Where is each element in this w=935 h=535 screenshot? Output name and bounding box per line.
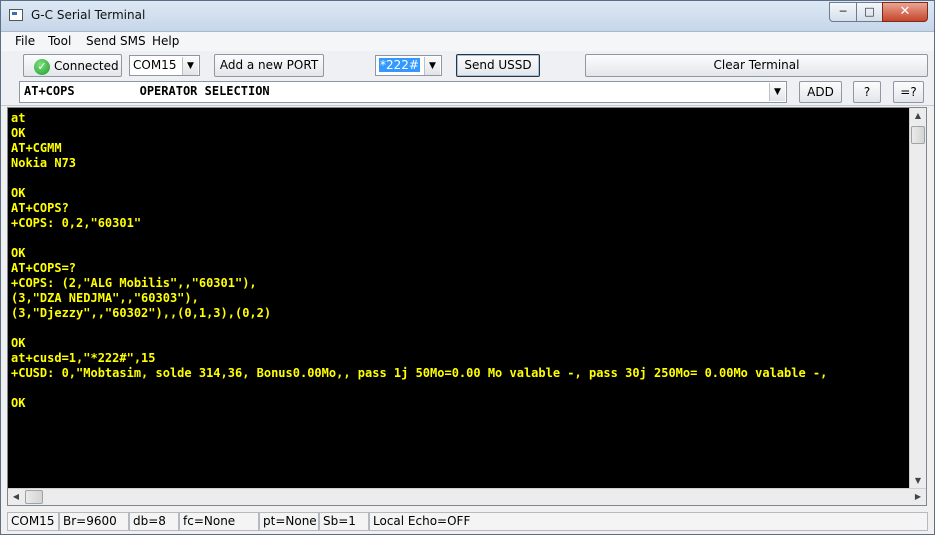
add-button[interactable]: ADD xyxy=(799,81,842,103)
command-value: AT+COPS OPERATOR SELECTION xyxy=(24,84,270,98)
status-stopbits: Sb=1 xyxy=(319,512,369,531)
close-button[interactable]: ✕ xyxy=(882,2,928,22)
query-button[interactable]: =? xyxy=(893,81,924,103)
title-bar[interactable]: G-C Serial Terminal ─ □ ✕ xyxy=(1,1,934,32)
terminal-line: +CUSD: 0,"Mobtasim, solde 314,36, Bonus0… xyxy=(11,366,828,380)
terminal-line: AT+CGMM xyxy=(11,141,62,155)
add-port-button[interactable]: Add a new PORT # xyxy=(214,54,324,93)
chevron-down-icon[interactable]: ▼ xyxy=(769,83,785,101)
help-button[interactable]: ? xyxy=(853,81,881,103)
status-baud: Br=9600 xyxy=(59,512,129,531)
terminal-line: AT+COPS? xyxy=(11,201,69,215)
status-parity: pt=None xyxy=(259,512,319,531)
port-value: COM15 xyxy=(133,58,177,72)
terminal-line: OK xyxy=(11,396,26,410)
terminal-line: +COPS: 0,2,"60301" xyxy=(11,216,142,230)
terminal-line: OK xyxy=(11,186,26,200)
scroll-down-icon[interactable]: ▼ xyxy=(910,473,926,489)
terminal-line: at+cusd=1,"*222#",15 xyxy=(11,351,156,365)
terminal-line: OK xyxy=(11,126,26,140)
status-databits: db=8 xyxy=(129,512,179,531)
toolbar: ✓ Connected COM15 ▼ Add a new PORT # *22… xyxy=(1,51,934,106)
terminal-line: OK xyxy=(11,246,26,260)
status-port: COM15 xyxy=(7,512,59,531)
app-icon xyxy=(9,9,23,21)
check-icon: ✓ xyxy=(34,59,50,75)
scroll-left-icon[interactable]: ◀ xyxy=(8,489,24,505)
status-echo: Local Echo=OFF xyxy=(369,512,928,531)
terminal-text: at OK AT+CGMM Nokia N73 OK AT+COPS? +COPS: 0,… xyxy=(11,111,908,486)
menu-tool[interactable]: Tool xyxy=(48,34,71,48)
minimize-button[interactable]: ─ xyxy=(829,2,857,22)
window-title: G-C Serial Terminal xyxy=(31,8,146,22)
port-select[interactable]: COM15 ▼ xyxy=(129,55,200,76)
menu-help[interactable]: Help xyxy=(152,34,179,48)
ussd-value: *222# xyxy=(379,58,420,72)
horizontal-scroll-thumb[interactable] xyxy=(25,490,43,504)
menu-file[interactable]: File xyxy=(15,34,35,48)
horizontal-scrollbar[interactable]: ◀ ▶ xyxy=(8,488,926,505)
clear-terminal-button[interactable]: Clear Terminal xyxy=(585,54,928,77)
chevron-down-icon[interactable]: ▼ xyxy=(424,57,440,75)
terminal-line: at xyxy=(11,111,26,125)
vertical-scroll-thumb[interactable] xyxy=(911,126,925,144)
menu-send-sms[interactable]: Send SMS xyxy=(86,34,146,48)
terminal-line: (3,"Djezzy",,"60302"),,(0,1,3),(0,2) xyxy=(11,306,272,320)
maximize-button[interactable]: □ xyxy=(856,2,883,22)
scroll-up-icon[interactable]: ▲ xyxy=(910,108,926,124)
connected-button[interactable]: ✓ Connected xyxy=(23,54,122,77)
status-flow: fc=None xyxy=(179,512,259,531)
terminal-line: (3,"DZA NEDJMA",,"60303"), xyxy=(11,291,199,305)
connected-label: Connected xyxy=(54,59,119,73)
send-ussd-button[interactable]: Send USSD xyxy=(456,54,540,77)
command-select[interactable]: AT+COPS OPERATOR SELECTION ▼ xyxy=(19,81,787,103)
vertical-scrollbar[interactable]: ▲ ▼ xyxy=(909,108,926,489)
terminal-line: +COPS: (2,"ALG Mobilis",,"60301"), xyxy=(11,276,257,290)
terminal-line: AT+COPS=? xyxy=(11,261,77,275)
ussd-select[interactable]: *222# ▼ xyxy=(375,55,442,76)
terminal-output[interactable]: at OK AT+CGMM Nokia N73 OK AT+COPS? +COPS: 0,… xyxy=(7,107,927,506)
close-icon: ✕ xyxy=(899,4,911,19)
terminal-line: OK xyxy=(11,336,26,350)
maximize-icon: □ xyxy=(864,5,875,18)
scroll-right-icon[interactable]: ▶ xyxy=(910,489,926,505)
chevron-down-icon[interactable]: ▼ xyxy=(182,57,198,75)
terminal-line: Nokia N73 xyxy=(11,156,77,170)
status-bar: COM15 Br=9600 db=8 fc=None pt=None Sb=1 … xyxy=(1,510,934,534)
app-window: G-C Serial Terminal ─ □ ✕ File Tool Send… xyxy=(0,0,935,535)
menu-bar: File Tool Send SMS Help xyxy=(1,32,934,51)
minimize-icon: ─ xyxy=(839,5,847,18)
